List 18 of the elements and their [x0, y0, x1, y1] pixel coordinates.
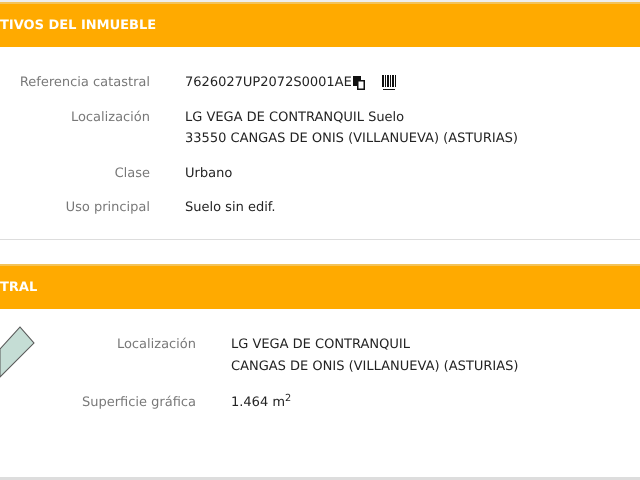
field-value: CANGAS DE ONIS (VILLANUEVA) (ASTURIAS): [231, 358, 518, 376]
section-title: TRAL: [0, 278, 38, 297]
field-value: 33550 CANGAS DE ONIS (VILLANUEVA) (ASTURIAS): [185, 130, 518, 148]
field-value: LG VEGA DE CONTRANQUIL Suelo: [185, 108, 404, 126]
field-value: Urbano: [185, 164, 232, 182]
section-title: TIVOS DEL INMUEBLE: [0, 16, 156, 35]
barcode-icon[interactable]: [382, 74, 396, 91]
field-label: Localización: [116, 336, 197, 354]
copy-icon[interactable]: [352, 74, 368, 91]
field-value: Suelo sin edif.: [185, 199, 276, 217]
field-value: LG VEGA DE CONTRANQUIL: [231, 336, 410, 354]
field-label: Uso principal: [64, 199, 151, 217]
field-label: Localización: [70, 108, 151, 126]
field-value: 7626027UP2072S0001AE: [185, 74, 352, 92]
field-label: Superficie gráfica: [80, 394, 197, 412]
field-value: 1.464 m$^{2}$: [231, 393, 292, 412]
field-label: Referencia catastral: [18, 74, 151, 92]
field-label: Clase: [114, 164, 151, 182]
